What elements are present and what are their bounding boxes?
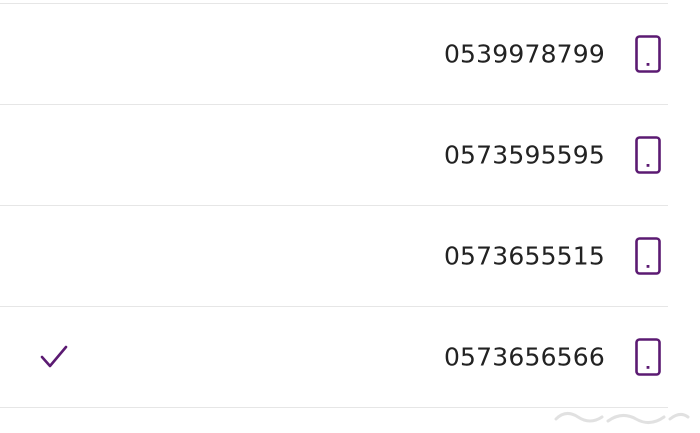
phone-number: 0573656566	[443, 342, 605, 372]
phone-number: 0573655515	[443, 241, 605, 271]
mobile-phone-icon	[635, 136, 661, 174]
phone-number-list-screen: 0539978799 0573595595 0573655515 0573656…	[0, 0, 700, 433]
mobile-phone-icon	[635, 237, 661, 275]
checkmark-icon	[40, 345, 68, 368]
phone-number-row-selected[interactable]: 0573656566	[0, 307, 668, 408]
phone-number-list: 0539978799 0573595595 0573655515 0573656…	[0, 4, 668, 408]
mobile-phone-icon	[635, 35, 661, 73]
phone-number-row[interactable]: 0573655515	[0, 206, 668, 307]
phone-number-row[interactable]: 0539978799	[0, 4, 668, 105]
phone-number: 0573595595	[443, 140, 605, 170]
watermark-logo-icon	[554, 412, 690, 424]
phone-number-row[interactable]: 0573595595	[0, 105, 668, 206]
mobile-phone-icon	[635, 338, 661, 376]
phone-number: 0539978799	[443, 39, 605, 69]
